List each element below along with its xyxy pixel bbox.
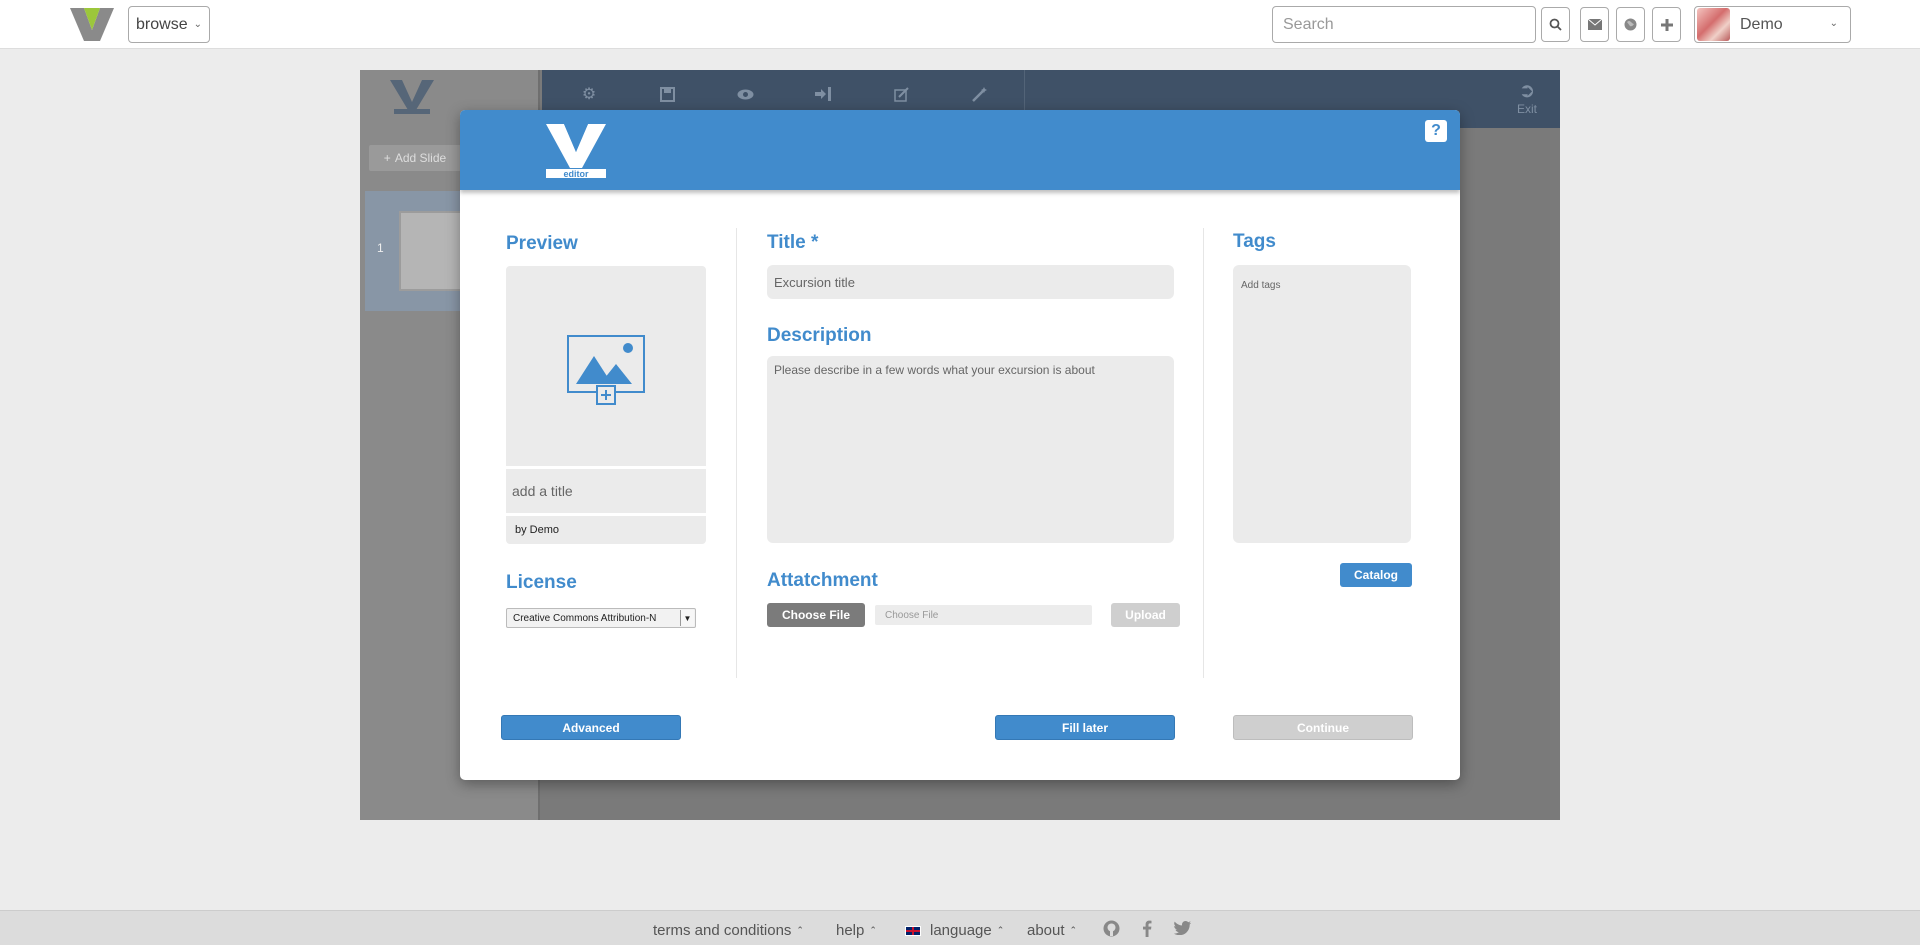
help-label: help (836, 922, 865, 939)
facebook-icon[interactable] (1142, 920, 1152, 937)
advanced-button[interactable]: Advanced (501, 715, 681, 740)
uk-flag-icon (905, 925, 921, 936)
user-menu[interactable]: Demo ⌄ (1694, 6, 1851, 43)
help-button[interactable]: ? (1425, 120, 1447, 142)
exit-label: Exit (1516, 102, 1537, 116)
title-input[interactable]: Excursion title (767, 265, 1174, 299)
attachment-heading: Attatchment (767, 570, 878, 591)
save-icon[interactable] (655, 82, 679, 106)
browse-dropdown[interactable]: browse ⌄ (128, 6, 210, 43)
exit-button[interactable]: ➲ Exit (1512, 80, 1542, 116)
preview-author: by Demo (506, 516, 706, 544)
choose-file-button[interactable]: Choose File (767, 603, 865, 627)
chevron-down-icon: ⌄ (1829, 18, 1838, 29)
add-slide-label: Add Slide (394, 151, 447, 165)
chevron-up-icon: ⌃ (1069, 925, 1078, 935)
description-heading: Description (767, 325, 872, 346)
add-slide-button[interactable]: + Add Slide (369, 145, 461, 171)
globe-icon (1624, 18, 1637, 31)
create-button[interactable] (1652, 7, 1681, 42)
language-link[interactable]: language ⌃ (905, 922, 1004, 939)
terms-link[interactable]: terms and conditions ⌃ (653, 922, 804, 939)
license-heading: License (506, 572, 577, 593)
envelope-icon (1587, 19, 1602, 30)
svg-text:editor: editor (563, 169, 588, 179)
chevron-down-icon: ⌄ (193, 19, 202, 30)
license-select[interactable]: Creative Commons Attribution-N ▼ (506, 608, 696, 628)
title-heading: Title * (767, 232, 819, 253)
messages-button[interactable] (1580, 7, 1609, 42)
avatar (1697, 8, 1730, 41)
description-textarea[interactable]: Please describe in a few words what your… (767, 356, 1174, 543)
vish-logo[interactable] (70, 8, 114, 41)
magic-wand-icon[interactable] (967, 82, 991, 106)
sign-in-icon[interactable] (811, 82, 835, 106)
preview-heading: Preview (506, 233, 578, 254)
excursion-details-modal: editor ? Preview add a title by Demo Lic… (460, 110, 1460, 780)
column-divider (736, 228, 737, 678)
plus-icon (1660, 18, 1673, 31)
continue-button[interactable]: Continue (1233, 715, 1413, 740)
editor-logo: editor (546, 124, 606, 179)
upload-button[interactable]: Upload (1111, 603, 1180, 627)
column-divider (1203, 228, 1204, 678)
globe-button[interactable] (1616, 7, 1645, 42)
top-navbar: browse ⌄ Demo ⌄ (0, 0, 1920, 49)
editor-logo (390, 80, 434, 114)
gear-icon[interactable]: ⚙ (577, 82, 601, 106)
eye-icon[interactable] (733, 82, 757, 106)
user-name: Demo (1740, 15, 1783, 33)
modal-header: editor ? (460, 110, 1460, 190)
plus-icon: + (383, 151, 391, 165)
search-icon (1549, 18, 1562, 31)
terms-label: terms and conditions (653, 922, 792, 939)
license-selected-value: Creative Commons Attribution-N (513, 612, 657, 624)
edit-icon[interactable] (889, 82, 913, 106)
file-name-field: Choose File (875, 605, 1092, 625)
twitter-icon[interactable] (1174, 921, 1191, 935)
language-label: language (930, 922, 992, 939)
caret-down-icon: ▼ (680, 610, 694, 626)
add-image-icon (567, 335, 645, 405)
catalog-button[interactable]: Catalog (1340, 563, 1412, 587)
help-link[interactable]: help ⌃ (836, 922, 877, 939)
about-link[interactable]: about ⌃ (1027, 922, 1077, 939)
preview-title-input[interactable]: add a title (506, 469, 706, 513)
page-footer: terms and conditions ⌃ help ⌃ language ⌃… (0, 910, 1920, 945)
fill-later-button[interactable]: Fill later (995, 715, 1175, 740)
tags-input[interactable]: Add tags (1233, 265, 1411, 543)
github-icon[interactable] (1103, 920, 1120, 937)
browse-label: browse (136, 15, 188, 33)
chevron-up-icon: ⌃ (869, 925, 877, 935)
chevron-up-icon: ⌃ (996, 925, 1005, 935)
search-button[interactable] (1541, 7, 1570, 42)
slide-number: 1 (377, 241, 384, 255)
chevron-up-icon: ⌃ (796, 925, 804, 935)
tags-heading: Tags (1233, 231, 1276, 252)
search-input[interactable] (1272, 6, 1536, 43)
exit-icon: ➲ (1518, 80, 1536, 102)
preview-image-upload[interactable] (506, 266, 706, 466)
about-label: about (1027, 922, 1065, 939)
